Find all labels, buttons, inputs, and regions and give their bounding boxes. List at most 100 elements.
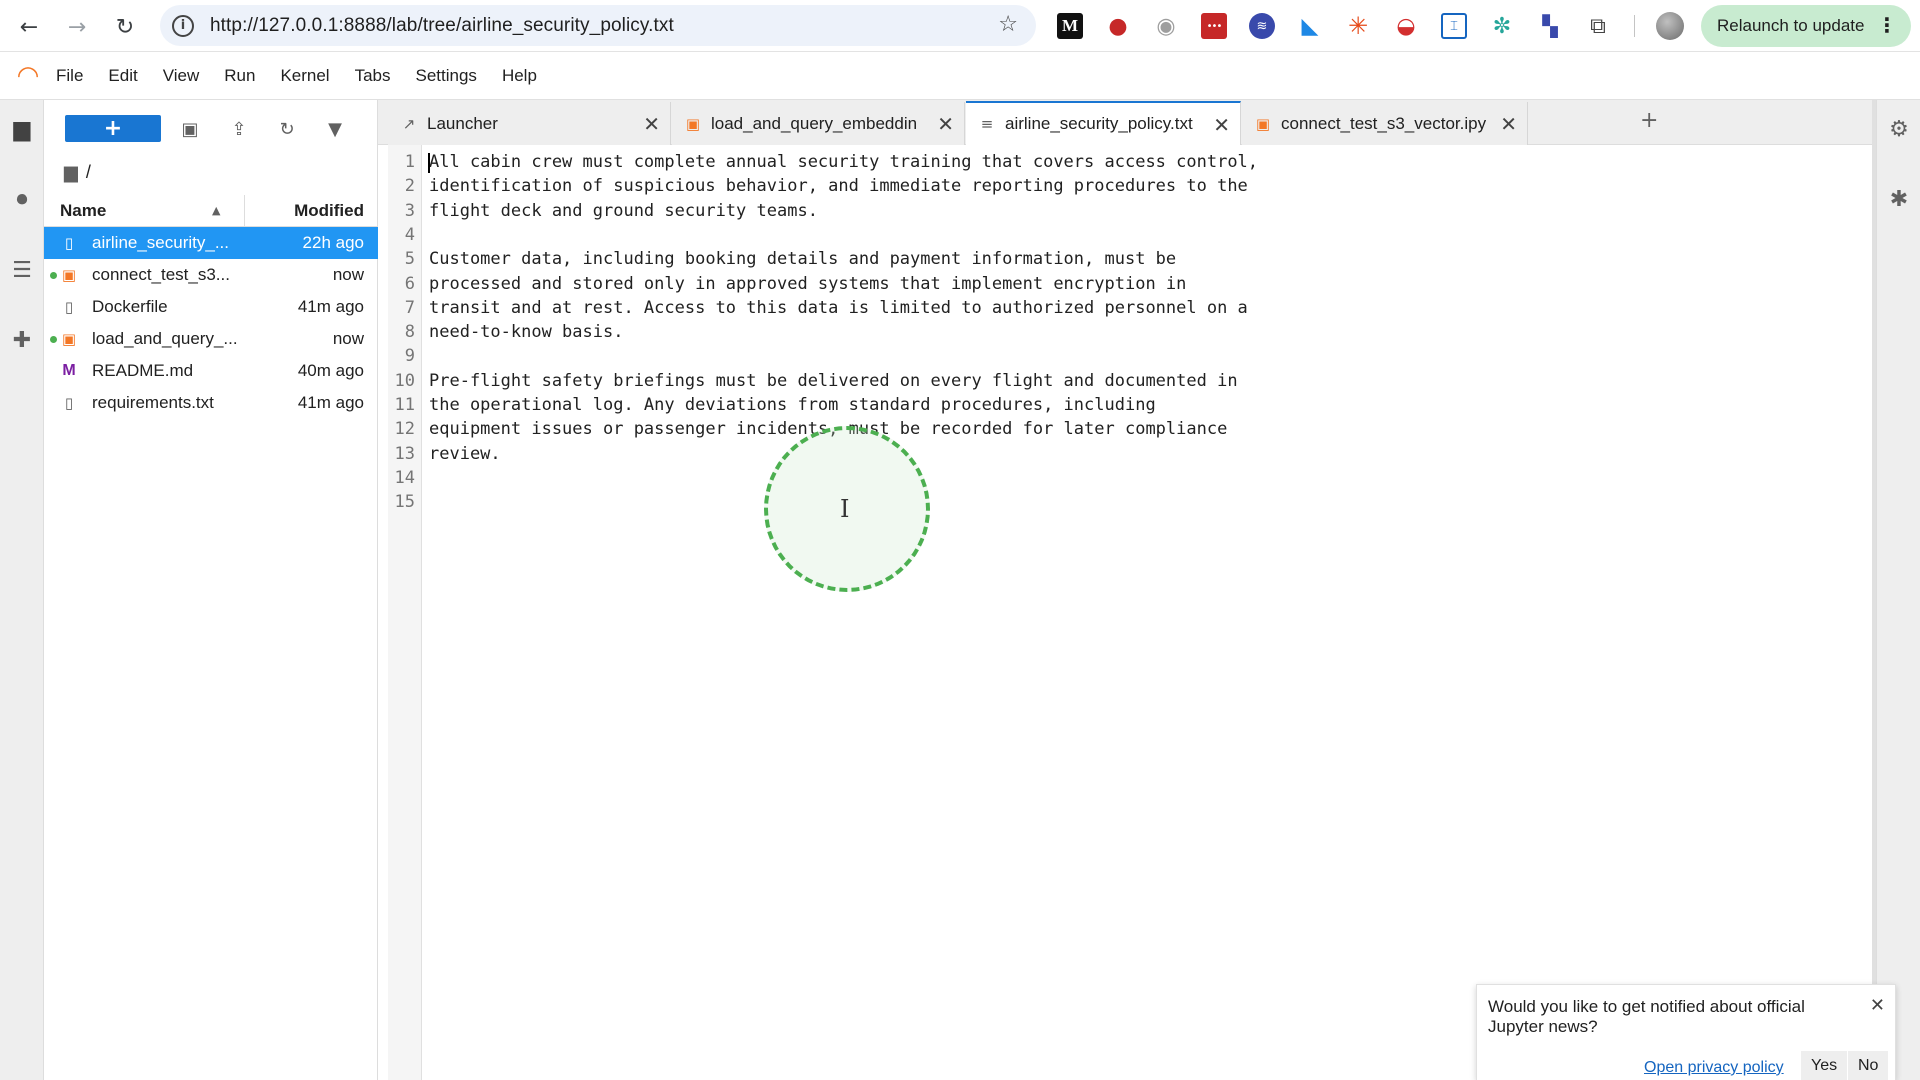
blue-circle-icon[interactable]: ≋ [1249,13,1275,39]
privacy-policy-link[interactable]: Open privacy policy [1644,1059,1784,1077]
tab-notebook[interactable]: ▣ connect_test_s3_vector.ipy ✕ [1242,102,1528,145]
relaunch-button[interactable]: Relaunch to update ⋮ [1701,5,1911,47]
file-name: requirements.txt [92,393,214,412]
menu-edit[interactable]: Edit [108,66,137,86]
menu-file[interactable]: File [56,66,83,86]
file-list-header: Name ▲ Modified [44,195,378,227]
running-stop-icon[interactable]: ⏺ [0,177,44,221]
file-row[interactable]: M README.md 40m ago [44,355,378,387]
filter-icon[interactable]: ▼ [321,115,349,143]
debugger-bug-icon[interactable]: ✱ [1877,177,1920,221]
upload-icon[interactable]: ⇪ [225,115,253,143]
code-line[interactable]: identification of suspicious behavior, a… [429,176,1248,196]
table-of-contents-icon[interactable]: ☰ [0,248,44,292]
sunburst-icon[interactable]: ✳ [1345,12,1371,40]
pokeball-icon[interactable]: ◒ [1393,13,1419,39]
file-row[interactable]: ▯ Dockerfile 41m ago [44,291,378,323]
extensions-puzzle-icon[interactable]: ⧉ [1585,13,1611,39]
file-name: README.md [92,361,194,380]
no-button[interactable]: No [1848,1051,1889,1080]
url-text[interactable]: http://127.0.0.1:8888/lab/tree/airline_s… [210,15,674,37]
code-line[interactable]: processed and stored only in approved sy… [429,274,1186,294]
more-vertical-icon[interactable]: ⋮ [1877,13,1897,37]
ghost-icon[interactable]: ◉ [1153,13,1179,39]
menu-tabs[interactable]: Tabs [355,66,391,86]
close-tab-icon[interactable]: ✕ [643,112,660,136]
sort-ascending-icon[interactable]: ▲ [212,204,220,217]
address-bar[interactable]: i http://127.0.0.1:8888/lab/tree/airline… [160,5,1036,46]
line-number: 11 [394,395,415,415]
close-tab-icon[interactable]: ✕ [937,112,954,136]
tab-notebook[interactable]: ▣ load_and_query_embeddin ✕ [672,102,965,145]
add-tab-icon[interactable]: + [1640,108,1658,133]
tab-launcher[interactable]: ↗ Launcher ✕ [388,102,671,145]
site-info-icon[interactable]: i [172,14,194,37]
folder-icon[interactable]: ▆ [0,107,44,151]
header-name[interactable]: Name [60,201,106,221]
file-modified: now [332,265,364,284]
menu-run[interactable]: Run [224,66,255,86]
profile-avatar[interactable] [1656,12,1684,40]
line-number: 6 [404,273,415,294]
toolbar-separator [1634,15,1635,37]
extension-puzzle-icon[interactable]: ✚ [0,318,44,362]
column-divider[interactable] [244,195,245,227]
forward-arrow-icon[interactable]: → [60,10,94,44]
line-number-gutter: 1 2 3 4 5 6 7 8 9 10 11 12 13 14 15 [388,145,422,1080]
jupyter-logo-icon: ◠ [16,60,40,91]
line-number: 14 [394,467,415,488]
close-tab-icon[interactable]: ✕ [1213,113,1230,137]
code-line[interactable]: need-to-know basis. [429,322,623,342]
menu-kernel[interactable]: Kernel [280,66,329,86]
breadcrumb-root[interactable]: / [86,162,91,183]
atom-icon[interactable]: ✼ [1489,13,1515,39]
dots-box-icon[interactable]: ••• [1201,13,1227,39]
news-notification: Would you like to get notified about off… [1476,984,1896,1080]
tab-label: Launcher [427,113,498,133]
puzzle-blue-icon[interactable]: ▚ [1537,13,1563,39]
running-indicator [50,336,57,343]
property-inspector-gear-icon[interactable]: ⚙ [1877,107,1920,151]
file-modified: 40m ago [297,361,364,380]
reload-icon[interactable]: ↻ [108,10,142,44]
file-list: ▯ airline_security_... 22h ago ▣ connect_tes… [44,227,378,419]
file-modified: 22h ago [302,233,364,252]
close-icon[interactable]: ✕ [1870,995,1885,1016]
new-launcher-button[interactable]: + [65,115,161,142]
code-line[interactable]: All cabin crew must complete annual secu… [429,152,1258,172]
menu-view[interactable]: View [163,66,200,86]
code-line[interactable]: flight deck and ground security teams. [429,201,818,221]
triangle-icon[interactable]: ◣ [1297,13,1323,39]
line-number: 8 [404,322,415,343]
code-line[interactable]: Pre-flight safety briefings must be deli… [429,371,1238,391]
code-line[interactable]: transit and at rest. Access to this data… [429,298,1248,318]
yes-button[interactable]: Yes [1801,1051,1848,1080]
folder-icon[interactable]: ▆ [64,162,78,183]
code-line[interactable]: Customer data, including booking details… [429,249,1176,269]
line-number: 3 [404,200,415,221]
close-tab-icon[interactable]: ✕ [1500,112,1517,136]
refresh-icon[interactable]: ↻ [273,115,301,143]
menu-settings[interactable]: Settings [416,66,477,86]
file-name: Dockerfile [92,297,168,316]
file-row[interactable]: ▯ airline_security_... 22h ago [44,227,378,259]
tab-text[interactable]: ≡ airline_security_policy.txt ✕ [966,101,1241,145]
line-number: 13 [394,443,415,464]
header-modified[interactable]: Modified [294,201,364,221]
file-row[interactable]: ▣ load_and_query_... now [44,323,378,355]
file-row[interactable]: ▣ connect_test_s3... now [44,259,378,291]
bookmark-star-icon[interactable]: ☆ [998,12,1018,37]
tomato-icon[interactable]: ● [1105,13,1131,39]
text-editor[interactable]: 1 2 3 4 5 6 7 8 9 10 11 12 13 14 15 All cabin crew mus… [388,145,1872,1080]
new-folder-icon[interactable]: ▣ [176,115,204,143]
back-arrow-icon[interactable]: ← [12,10,46,44]
file-row[interactable]: ▯ requirements.txt 41m ago [44,387,378,419]
file-modified: 41m ago [297,393,364,412]
file-name: load_and_query_... [92,329,238,348]
medium-icon[interactable]: M [1057,13,1083,39]
code-line[interactable]: review. [429,444,501,464]
code-line[interactable]: the operational log. Any deviations from… [429,395,1156,415]
running-indicator [50,272,57,279]
menu-help[interactable]: Help [502,66,537,86]
scan-icon[interactable]: ⌶ [1441,13,1467,39]
